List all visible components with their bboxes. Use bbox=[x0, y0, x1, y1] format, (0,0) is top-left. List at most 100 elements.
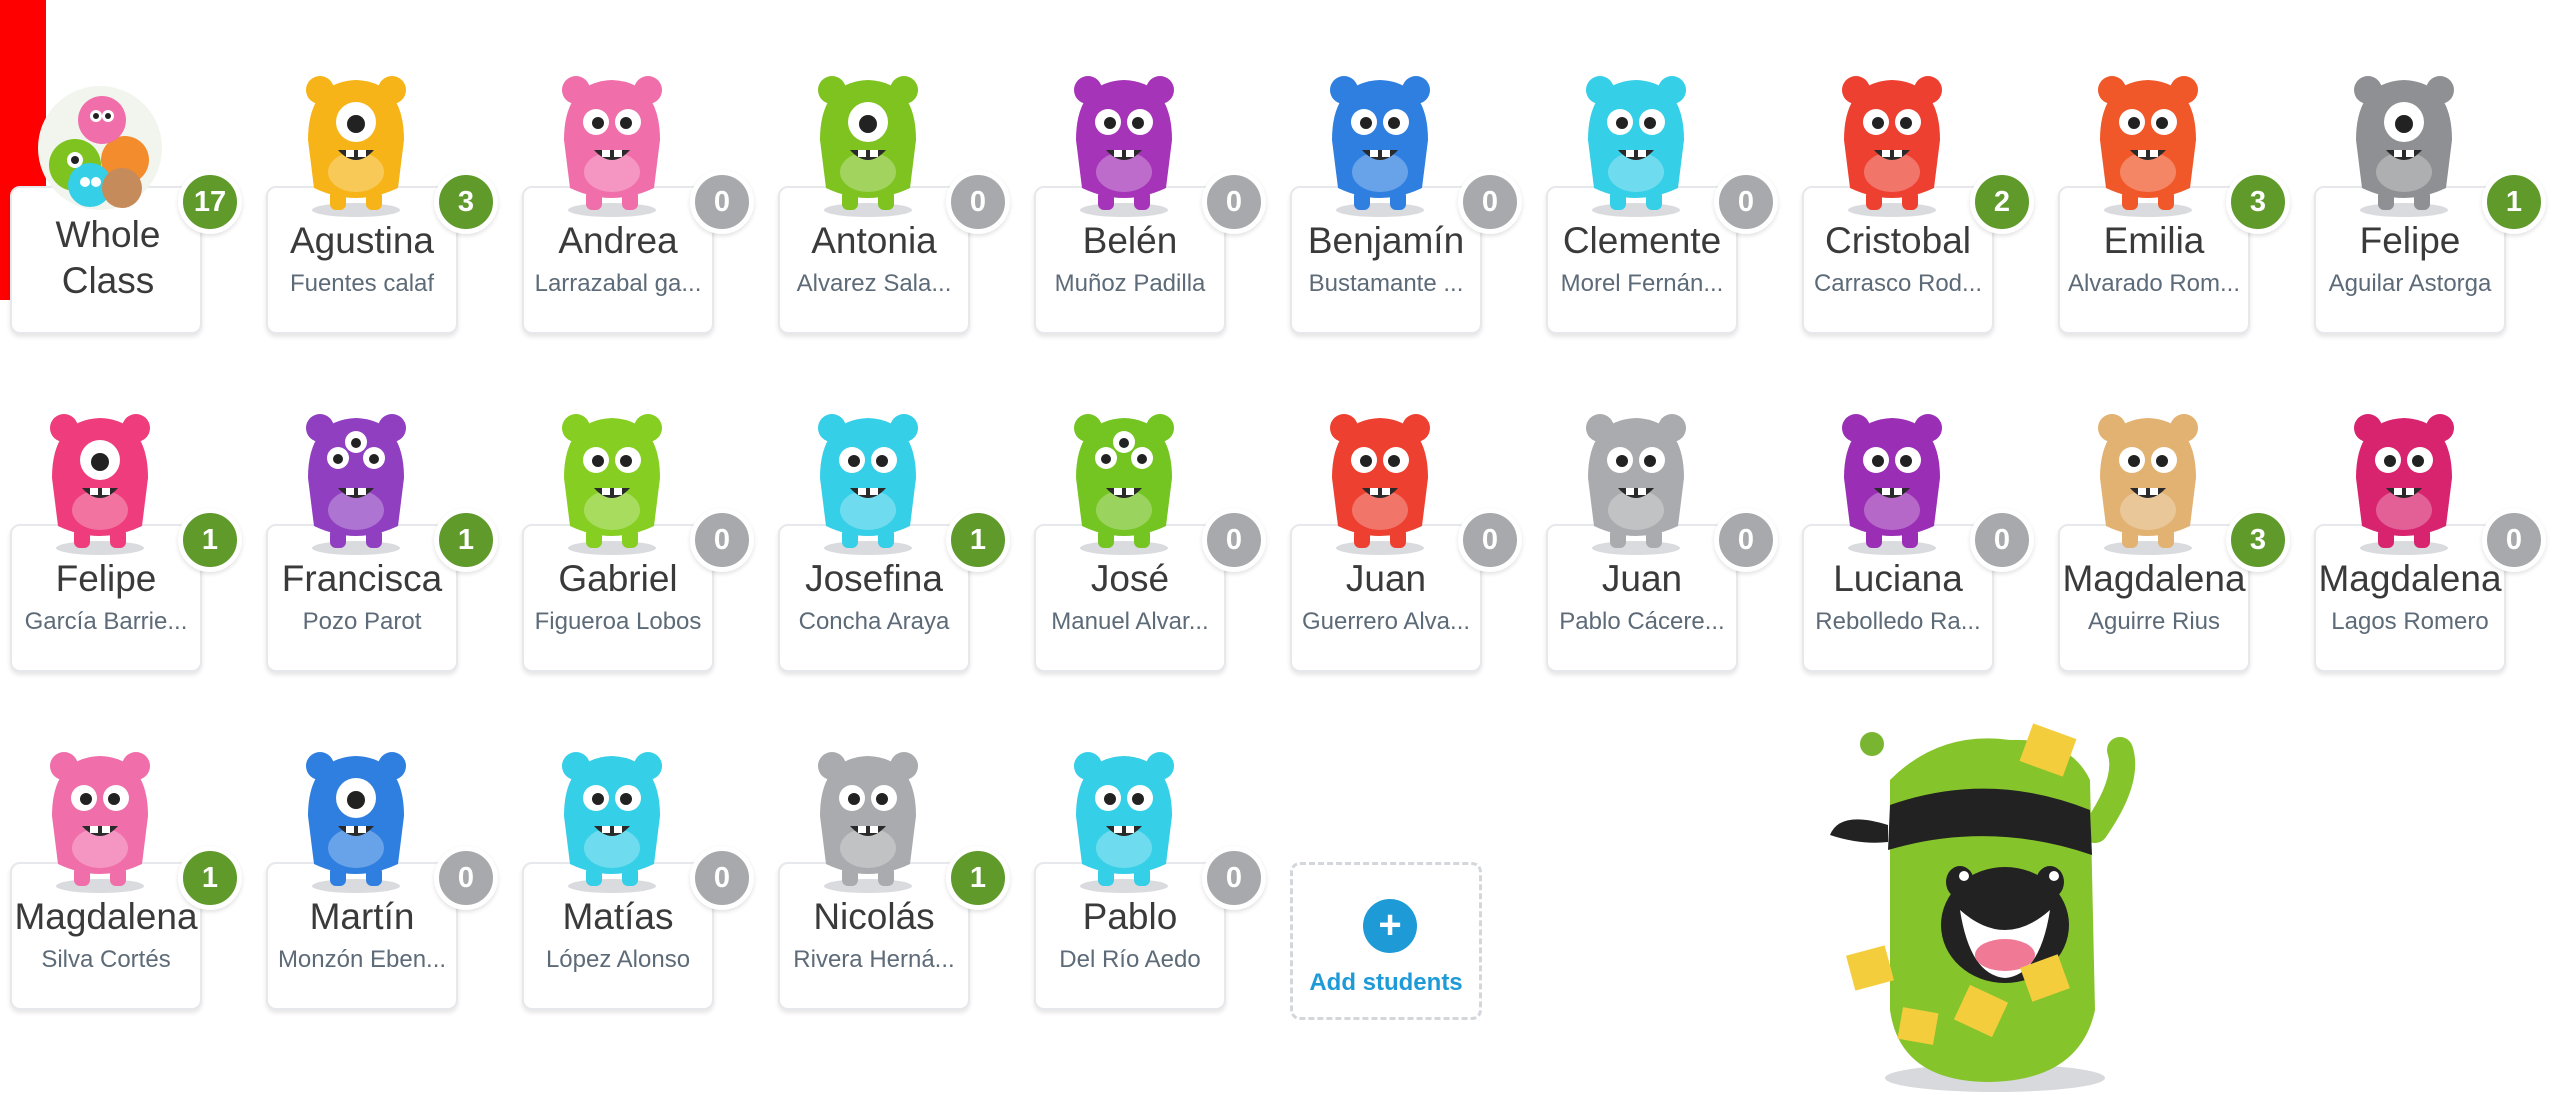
student-last-name: Pozo Parot bbox=[302, 608, 422, 635]
points-badge: 0 bbox=[690, 508, 754, 572]
points-badge: 0 bbox=[690, 170, 754, 234]
student-first-name: Agustina bbox=[290, 220, 434, 261]
student-tile[interactable]: Emilia Alvarado Rom... 3 bbox=[2054, 40, 2310, 378]
points-badge: 0 bbox=[1458, 508, 1522, 572]
student-tile[interactable]: Cristobal Carrasco Rod... 2 bbox=[1798, 40, 2054, 378]
student-last-name: Bustamante ... bbox=[1308, 270, 1464, 297]
student-first-name: Antonia bbox=[811, 220, 937, 261]
student-last-name: López Alonso bbox=[545, 946, 691, 973]
purple-drip-monster-icon bbox=[1822, 398, 1962, 558]
points-badge: 2 bbox=[1970, 170, 2034, 234]
student-tile[interactable]: Pablo Del Río Aedo 0 bbox=[1030, 716, 1286, 1054]
student-tile[interactable]: Belén Muñoz Padilla 0 bbox=[1030, 40, 1286, 378]
grey-cyclops-monster-icon bbox=[2334, 60, 2474, 220]
student-tile[interactable]: Magdalena Lagos Romero 0 bbox=[2310, 378, 2560, 716]
student-last-name: Del Río Aedo bbox=[1059, 946, 1201, 973]
student-first-name: Benjamín bbox=[1307, 220, 1465, 261]
student-first-name: Matías bbox=[562, 896, 674, 937]
student-tile[interactable]: Antonia Alvarez Sala... 0 bbox=[774, 40, 1030, 378]
points-badge: 3 bbox=[434, 170, 498, 234]
points-badge: 0 bbox=[690, 846, 754, 910]
student-tile[interactable]: Martín Monzón Eben... 0 bbox=[262, 716, 518, 1054]
student-last-name: Silva Cortés bbox=[41, 946, 171, 973]
pink-bear-monster-icon bbox=[542, 60, 682, 220]
points-badge: 17 bbox=[178, 170, 242, 234]
student-first-name: Cristobal bbox=[1825, 220, 1971, 261]
student-last-name: Aguirre Rius bbox=[2087, 608, 2221, 635]
student-tile[interactable]: Francisca Pozo Parot 1 bbox=[262, 378, 518, 716]
student-tile[interactable]: Josefina Concha Araya 1 bbox=[774, 378, 1030, 716]
cyan-fluffy-monster-icon bbox=[542, 736, 682, 896]
points-badge: 0 bbox=[1202, 170, 1266, 234]
student-first-name: José bbox=[1090, 558, 1170, 599]
magenta-monster-icon bbox=[2334, 398, 2474, 558]
student-first-name: Felipe bbox=[2359, 220, 2461, 261]
student-tile[interactable]: Andrea Larrazabal ga... 0 bbox=[518, 40, 774, 378]
points-badge: 0 bbox=[946, 170, 1010, 234]
student-first-name: Whole Class bbox=[55, 214, 161, 301]
cyan-fluffy-monster-icon bbox=[798, 398, 938, 558]
student-tile[interactable]: Benjamín Bustamante ... 0 bbox=[1286, 40, 1542, 378]
green-antenna-monster-icon bbox=[542, 398, 682, 558]
red-monster-icon bbox=[1822, 60, 1962, 220]
student-last-name: Pablo Cácere... bbox=[1559, 608, 1725, 635]
student-tile[interactable]: Juan Pablo Cácere... 0 bbox=[1542, 378, 1798, 716]
student-last-name: Rivera Herná... bbox=[793, 946, 955, 973]
orange-antler-monster-icon bbox=[2078, 60, 2218, 220]
points-badge: 0 bbox=[1714, 508, 1778, 572]
points-badge: 1 bbox=[946, 846, 1010, 910]
points-badge: 0 bbox=[1714, 170, 1778, 234]
student-first-name: Magdalena bbox=[14, 896, 198, 937]
points-badge: 0 bbox=[1202, 846, 1266, 910]
student-last-name: Alvarado Rom... bbox=[2067, 270, 2241, 297]
yellow-cyclops-monster-icon bbox=[286, 60, 426, 220]
student-first-name: Francisca bbox=[281, 558, 443, 599]
student-tile[interactable]: Magdalena Silva Cortés 1 bbox=[6, 716, 262, 1054]
student-tile[interactable]: Felipe García Barrie... 1 bbox=[6, 378, 262, 716]
student-last-name: Rebolledo Ra... bbox=[1815, 608, 1981, 635]
points-badge: 1 bbox=[178, 846, 242, 910]
student-tile[interactable]: Nicolás Rivera Herná... 1 bbox=[774, 716, 1030, 1054]
points-badge: 1 bbox=[178, 508, 242, 572]
student-first-name: Magdalena bbox=[2062, 558, 2246, 599]
student-last-name: Concha Araya bbox=[798, 608, 950, 635]
points-badge: 1 bbox=[2482, 170, 2546, 234]
student-tile[interactable]: Agustina Fuentes calaf 3 bbox=[262, 40, 518, 378]
student-first-name: Nicolás bbox=[813, 896, 935, 937]
pink-bear-monster-icon bbox=[30, 736, 170, 896]
add-students-tile[interactable]: + Add students bbox=[1286, 716, 1542, 1054]
grey-cow-monster-icon bbox=[1566, 398, 1706, 558]
points-badge: 3 bbox=[2226, 170, 2290, 234]
student-grid: Whole Class 17 Agustina Fuentes calaf 3 And… bbox=[6, 40, 2560, 1054]
student-last-name: Guerrero Alva... bbox=[1301, 608, 1471, 635]
student-first-name: Luciana bbox=[1833, 558, 1963, 599]
student-first-name: Emilia bbox=[2103, 220, 2205, 261]
student-tile[interactable]: Juan Guerrero Alva... 0 bbox=[1286, 378, 1542, 716]
student-tile[interactable]: Clemente Morel Fernán... 0 bbox=[1542, 40, 1798, 378]
pink-cyclops-monster-icon bbox=[30, 398, 170, 558]
student-first-name: Juan bbox=[1345, 558, 1427, 599]
grey-cow-monster-icon bbox=[798, 736, 938, 896]
student-tile[interactable]: José Manuel Alvar... 0 bbox=[1030, 378, 1286, 716]
add-students-label: Add students bbox=[1309, 969, 1463, 996]
student-last-name: Monzón Eben... bbox=[277, 946, 447, 973]
points-badge: 1 bbox=[946, 508, 1010, 572]
student-tile[interactable]: Gabriel Figueroa Lobos 0 bbox=[518, 378, 774, 716]
student-last-name: García Barrie... bbox=[24, 608, 188, 635]
student-tile[interactable]: Magdalena Aguirre Rius 3 bbox=[2054, 378, 2310, 716]
points-badge: 3 bbox=[2226, 508, 2290, 572]
student-last-name: Carrasco Rod... bbox=[1813, 270, 1983, 297]
student-first-name: Josefina bbox=[805, 558, 943, 599]
student-tile[interactable]: Luciana Rebolledo Ra... 0 bbox=[1798, 378, 2054, 716]
green-cyclops-monster-icon bbox=[798, 60, 938, 220]
student-tile[interactable]: Matías López Alonso 0 bbox=[518, 716, 774, 1054]
add-students-button[interactable]: + Add students bbox=[1290, 862, 1482, 1020]
ninja-monster-mascot-icon bbox=[1830, 723, 2136, 1092]
student-first-name: Pablo bbox=[1082, 896, 1178, 937]
student-tile[interactable]: Felipe Aguilar Astorga 1 bbox=[2310, 40, 2560, 378]
points-badge: 0 bbox=[1970, 508, 2034, 572]
student-last-name: Figueroa Lobos bbox=[534, 608, 702, 635]
student-first-name: Belén bbox=[1082, 220, 1178, 261]
student-last-name: Larrazabal ga... bbox=[534, 270, 702, 297]
whole-class-tile[interactable]: Whole Class 17 bbox=[6, 40, 262, 378]
